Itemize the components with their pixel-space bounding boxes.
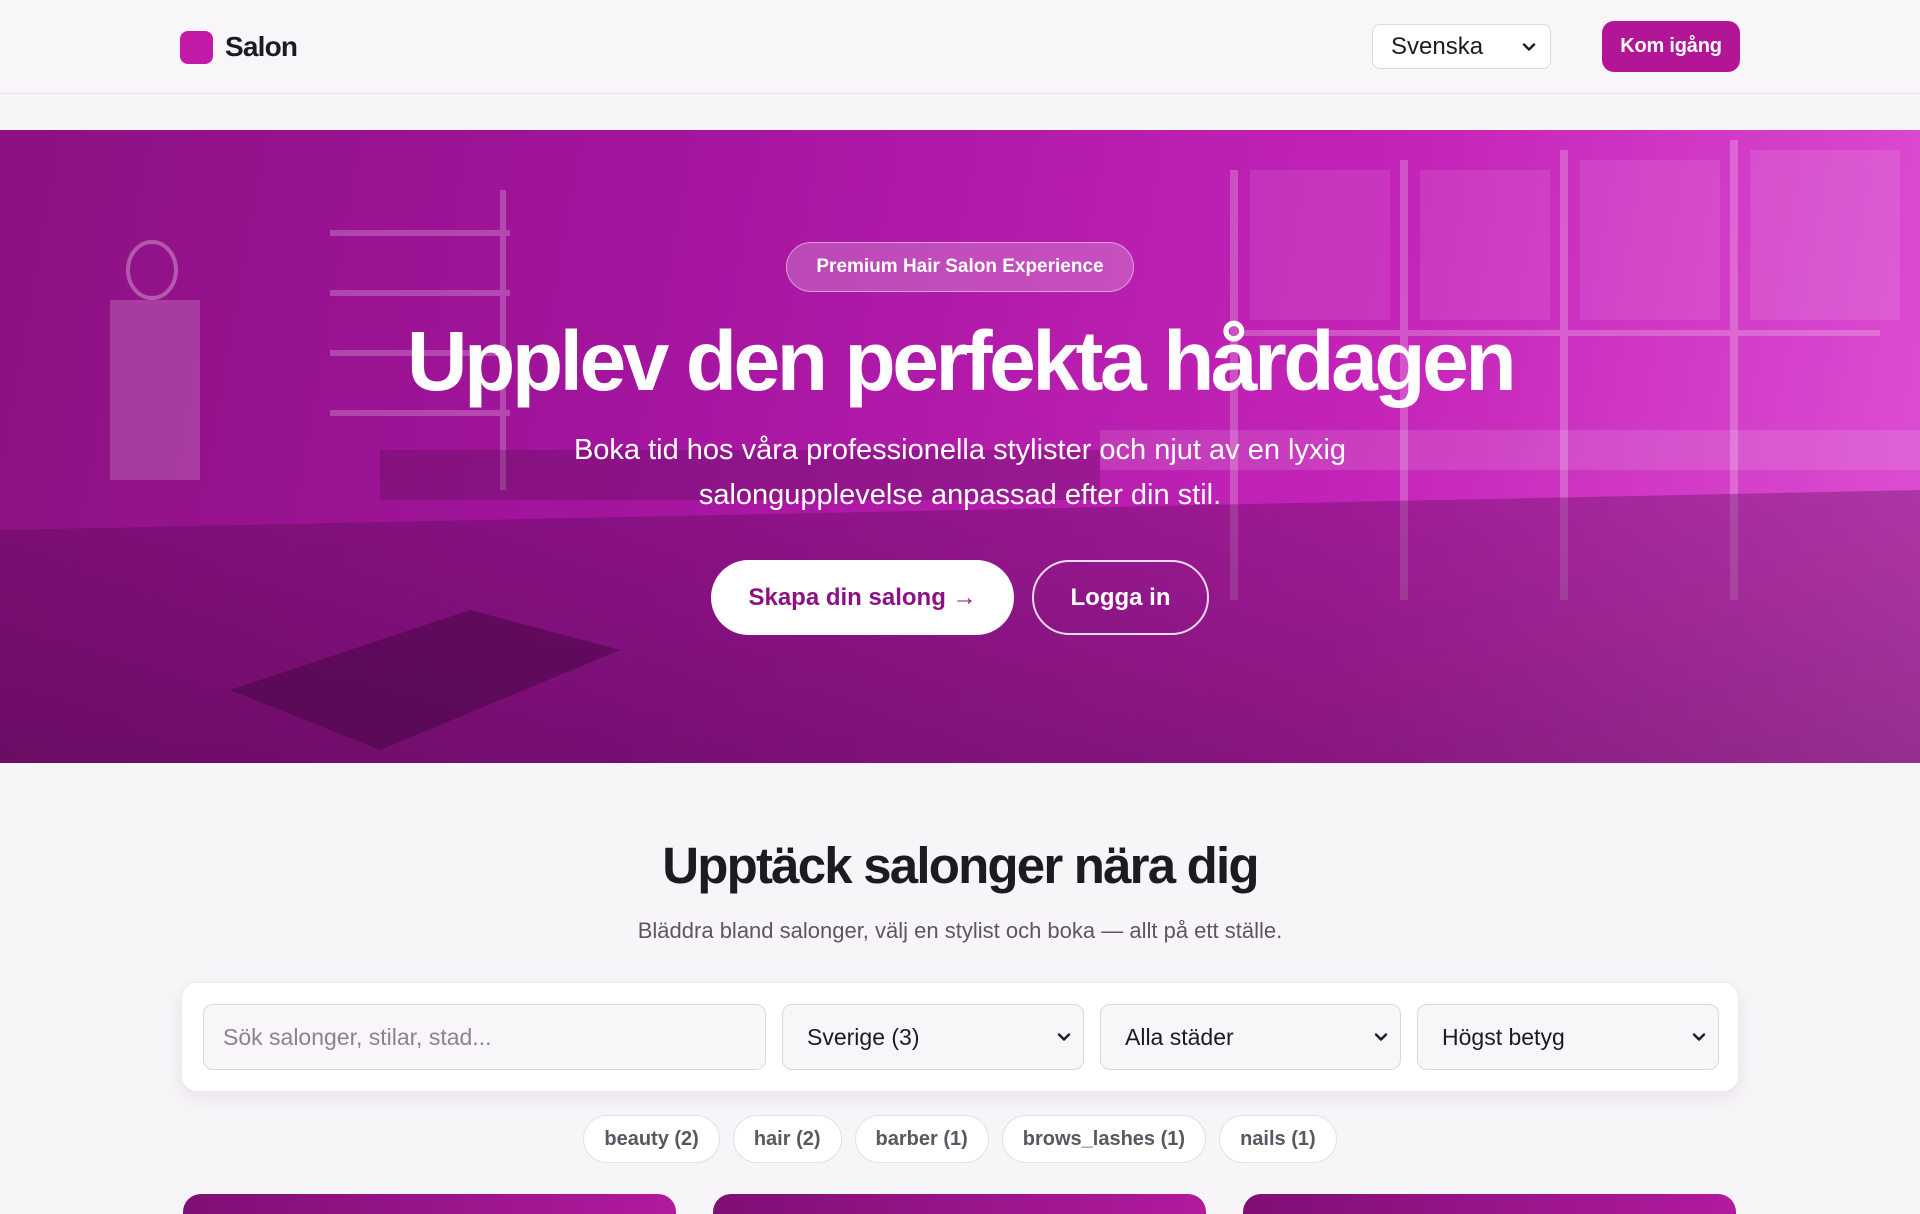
category-chip-brows-lashes[interactable]: brows_lashes (1) <box>1001 1115 1207 1163</box>
city-select-value: Alla städer <box>1125 1023 1234 1050</box>
create-salon-button[interactable]: Skapa din salong → <box>711 560 1014 635</box>
chevron-down-icon <box>1057 1033 1071 1041</box>
language-select-value: Svenska <box>1391 32 1484 60</box>
hero-banner: Premium Hair Salon Experience Upplev den… <box>0 130 1920 763</box>
salon-filter-bar: Sök salonger, stilar, stad... Sverige (3… <box>181 982 1739 1092</box>
salon-card[interactable] <box>183 1194 676 1214</box>
brand-logo-icon <box>180 30 213 64</box>
hero-title: Upplev den perfekta hårdagen <box>406 314 1517 408</box>
city-select[interactable]: Alla städer <box>1100 1004 1401 1070</box>
country-select[interactable]: Sverige (3) <box>782 1004 1084 1070</box>
hero-badge: Premium Hair Salon Experience <box>786 242 1134 292</box>
hero-subtitle: Boka tid hos våra professionella stylist… <box>573 434 1347 511</box>
sort-select[interactable]: Högst betyg <box>1417 1004 1719 1070</box>
chevron-down-icon <box>1522 42 1536 51</box>
language-select[interactable]: Svenska <box>1372 24 1551 69</box>
category-chip-beauty[interactable]: beauty (2) <box>583 1115 720 1163</box>
salon-card[interactable] <box>1243 1194 1736 1214</box>
top-navbar: Salon Svenska Kom igång <box>0 0 1920 94</box>
sort-select-value: Högst betyg <box>1442 1023 1565 1050</box>
salon-card[interactable] <box>713 1194 1206 1214</box>
login-button[interactable]: Logga in <box>1032 560 1209 635</box>
brand-logo-link[interactable]: Salon <box>180 30 298 64</box>
salon-search-input[interactable]: Sök salonger, stilar, stad... <box>203 1004 766 1070</box>
category-chip-nails[interactable]: nails (1) <box>1219 1115 1337 1163</box>
chevron-down-icon <box>1374 1033 1388 1041</box>
category-chip-barber[interactable]: barber (1) <box>854 1115 989 1163</box>
category-chip-list: beauty (2) hair (2) barber (1) brows_las… <box>0 1115 1920 1163</box>
country-select-value: Sverige (3) <box>807 1023 920 1050</box>
get-started-button[interactable]: Kom igång <box>1602 21 1740 72</box>
category-chip-hair[interactable]: hair (2) <box>732 1115 842 1163</box>
discover-section-subtitle: Bläddra bland salonger, välj en stylist … <box>637 918 1283 943</box>
brand-name: Salon <box>225 31 298 62</box>
discover-section-title: Upptäck salonger nära dig <box>662 837 1259 894</box>
chevron-down-icon <box>1692 1033 1706 1041</box>
